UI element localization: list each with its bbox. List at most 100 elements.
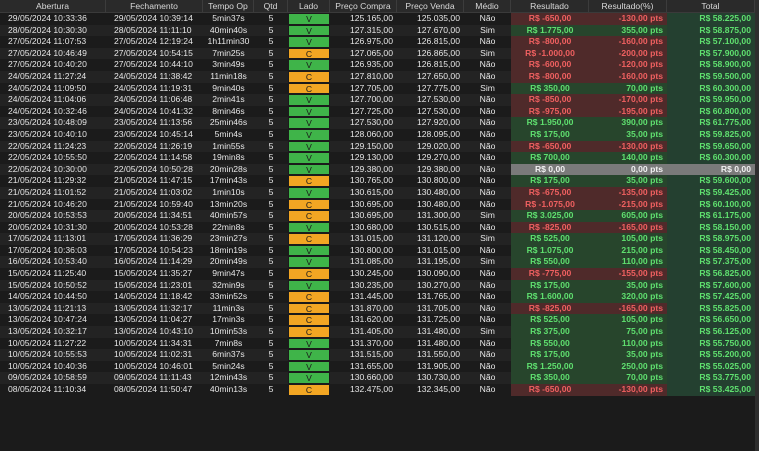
table-row[interactable]: 21/05/2024 11:29:32 21/05/2024 11:47:15 17… xyxy=(0,175,759,187)
vertical-scrollbar[interactable] xyxy=(755,0,759,451)
cell-lado: C xyxy=(288,70,330,83)
header-preco-venda[interactable]: Preço Venda xyxy=(397,0,464,12)
cell-total: R$ 56.825,00 xyxy=(667,268,755,280)
header-qtd[interactable]: Qtd xyxy=(254,0,288,12)
cell-fechamento: 24/05/2024 10:41:32 xyxy=(114,105,193,116)
table-row[interactable]: 10/05/2024 10:40:36 10/05/2024 10:46:01 5m… xyxy=(0,360,759,373)
table-row[interactable]: 21/05/2024 11:01:52 21/05/2024 11:03:02 1m… xyxy=(0,186,759,199)
table-row[interactable]: 17/05/2024 11:13:01 17/05/2024 11:36:29 23… xyxy=(0,233,759,245)
header-medio[interactable]: Médio xyxy=(464,0,511,12)
table-row[interactable]: 08/05/2024 11:10:34 08/05/2024 11:50:47 40… xyxy=(0,384,759,396)
cell-qtd: 5 xyxy=(268,117,274,128)
cell-lado: V xyxy=(288,186,330,199)
table-row[interactable]: 24/05/2024 11:04:06 24/05/2024 11:06:48 2m… xyxy=(0,94,759,106)
cell-resultado-pct: -135,00 pts xyxy=(589,186,667,199)
table-row[interactable]: 10/05/2024 10:55:53 10/05/2024 11:02:31 6m… xyxy=(0,349,759,361)
cell-total: R$ 0,00 xyxy=(667,163,755,176)
cell-total: R$ 58.450,00 xyxy=(667,244,755,257)
table-row[interactable]: 24/05/2024 11:27:24 24/05/2024 11:38:42 11… xyxy=(0,70,759,83)
side-badge-compra: C xyxy=(288,82,330,95)
cell-medio: Não xyxy=(479,59,496,70)
cell-fechamento: 23/05/2024 11:13:56 xyxy=(114,117,193,128)
table-row[interactable]: 22/05/2024 10:55:50 22/05/2024 11:14:58 19… xyxy=(0,152,759,164)
table-row[interactable]: 10/05/2024 11:27:22 10/05/2024 11:34:31 7m… xyxy=(0,337,759,350)
header-abertura[interactable]: Abertura xyxy=(0,0,106,12)
table-row[interactable]: 21/05/2024 10:46:20 21/05/2024 10:59:40 13… xyxy=(0,198,759,211)
table-row[interactable]: 13/05/2024 11:21:13 13/05/2024 11:32:17 11… xyxy=(0,302,759,315)
cell-fechamento: 27/05/2024 10:44:10 xyxy=(114,59,193,70)
cell-total: R$ 53.425,00 xyxy=(667,384,755,396)
table-row[interactable]: 14/05/2024 10:44:50 14/05/2024 11:18:42 33… xyxy=(0,291,759,303)
table-row[interactable]: 16/05/2024 10:53:40 16/05/2024 11:14:29 20… xyxy=(0,256,759,269)
table-row[interactable]: 13/05/2024 10:47:24 13/05/2024 11:04:27 17… xyxy=(0,314,759,327)
cell-tempo-op: 40min40s xyxy=(209,24,248,35)
cell-preco-compra: 130.245,00 xyxy=(349,268,393,279)
table-row[interactable]: 20/05/2024 10:31:30 20/05/2024 10:53:28 22… xyxy=(0,221,759,234)
cell-resultado: R$ 375,00 xyxy=(511,326,589,338)
cell-total: R$ 53.775,00 xyxy=(667,372,755,384)
cell-abertura: 16/05/2024 10:53:40 xyxy=(8,256,87,267)
cell-lado: V xyxy=(288,349,330,361)
table-row[interactable]: 15/05/2024 11:25:40 15/05/2024 11:35:27 9m… xyxy=(0,268,759,280)
cell-fechamento: 22/05/2024 10:50:28 xyxy=(114,163,193,174)
cell-resultado: R$ 550,00 xyxy=(511,337,589,350)
cell-resultado: R$ 700,00 xyxy=(511,152,589,164)
cell-medio: Não xyxy=(479,268,496,279)
table-row[interactable]: 27/05/2024 11:07:53 27/05/2024 12:19:24 1h… xyxy=(0,36,759,48)
cell-total: R$ 55.200,00 xyxy=(667,349,755,361)
cell-resultado: R$ -850,00 xyxy=(511,94,589,106)
table-row[interactable]: 20/05/2024 10:53:53 20/05/2024 11:34:51 40… xyxy=(0,210,759,222)
table-row[interactable]: 09/05/2024 10:58:59 09/05/2024 11:11:43 12… xyxy=(0,372,759,384)
cell-fechamento: 09/05/2024 11:11:43 xyxy=(114,372,192,383)
header-tempo-op[interactable]: Tempo Op xyxy=(203,0,254,12)
cell-qtd: 5 xyxy=(268,24,274,35)
header-lado[interactable]: Lado xyxy=(288,0,330,12)
cell-tempo-op: 22min8s xyxy=(212,221,245,232)
header-preco-compra[interactable]: Preço Compra xyxy=(330,0,397,12)
table-row[interactable]: 23/05/2024 10:48:09 23/05/2024 11:13:56 25… xyxy=(0,117,759,129)
cell-tempo-op: 6min37s xyxy=(212,349,245,360)
side-badge-venda: V xyxy=(288,186,330,199)
header-total[interactable]: Total xyxy=(667,0,755,12)
table-row[interactable]: 15/05/2024 10:50:52 15/05/2024 11:23:01 32… xyxy=(0,279,759,292)
cell-medio: Não xyxy=(479,279,496,290)
cell-abertura: 27/05/2024 11:07:53 xyxy=(8,36,87,47)
cell-lado: V xyxy=(288,117,330,129)
cell-resultado: R$ 175,00 xyxy=(511,175,589,187)
cell-resultado: R$ 3.025,00 xyxy=(511,210,589,222)
cell-abertura: 22/05/2024 10:55:50 xyxy=(8,152,87,163)
table-row[interactable]: 22/05/2024 10:30:00 22/05/2024 10:50:28 20… xyxy=(0,163,759,176)
cell-fechamento: 17/05/2024 10:54:23 xyxy=(114,244,193,255)
table-row[interactable]: 29/05/2024 10:33:36 29/05/2024 10:39:14 5m… xyxy=(0,13,759,25)
cell-preco-venda: 130.730,00 xyxy=(416,372,460,383)
header-fechamento[interactable]: Fechamento xyxy=(106,0,203,12)
cell-medio: Não xyxy=(479,13,496,23)
cell-medio: Não xyxy=(479,105,496,116)
table-row[interactable]: 27/05/2024 10:40:20 27/05/2024 10:44:10 3m… xyxy=(0,59,759,71)
table-row[interactable]: 28/05/2024 10:30:30 28/05/2024 11:11:10 40… xyxy=(0,24,759,37)
table-row[interactable]: 22/05/2024 11:24:23 22/05/2024 11:26:19 1m… xyxy=(0,140,759,153)
table-row[interactable]: 24/05/2024 10:32:46 24/05/2024 10:41:32 8m… xyxy=(0,105,759,118)
table-row[interactable]: 13/05/2024 10:32:17 13/05/2024 10:43:10 10… xyxy=(0,326,759,338)
table-row[interactable]: 24/05/2024 11:09:50 24/05/2024 11:19:31 9m… xyxy=(0,82,759,95)
header-resultado[interactable]: Resultado xyxy=(511,0,589,12)
header-resultado-pct[interactable]: Resultado(%) xyxy=(589,0,667,12)
cell-abertura: 24/05/2024 11:04:06 xyxy=(8,94,87,105)
cell-qtd: 5 xyxy=(268,326,274,337)
cell-preco-compra: 131.620,00 xyxy=(349,314,393,325)
cell-medio: Não xyxy=(479,140,496,151)
cell-medio: Não xyxy=(479,302,496,313)
cell-resultado: R$ -650,00 xyxy=(511,384,589,396)
table-row[interactable]: 17/05/2024 10:36:03 17/05/2024 10:54:23 18… xyxy=(0,244,759,257)
cell-qtd: 5 xyxy=(268,140,274,151)
cell-tempo-op: 8min46s xyxy=(212,105,245,116)
cell-resultado: R$ -650,00 xyxy=(511,13,589,25)
table-row[interactable]: 27/05/2024 10:46:49 27/05/2024 10:54:15 7m… xyxy=(0,47,759,60)
cell-medio: Não xyxy=(479,186,496,197)
cell-preco-venda: 127.920,00 xyxy=(416,117,460,128)
cell-lado: C xyxy=(288,175,330,187)
side-badge-venda: V xyxy=(288,221,330,234)
cell-preco-venda: 130.480,00 xyxy=(416,186,460,197)
cell-medio: Não xyxy=(479,337,496,348)
table-row[interactable]: 23/05/2024 10:40:10 23/05/2024 10:45:14 5m… xyxy=(0,128,759,141)
